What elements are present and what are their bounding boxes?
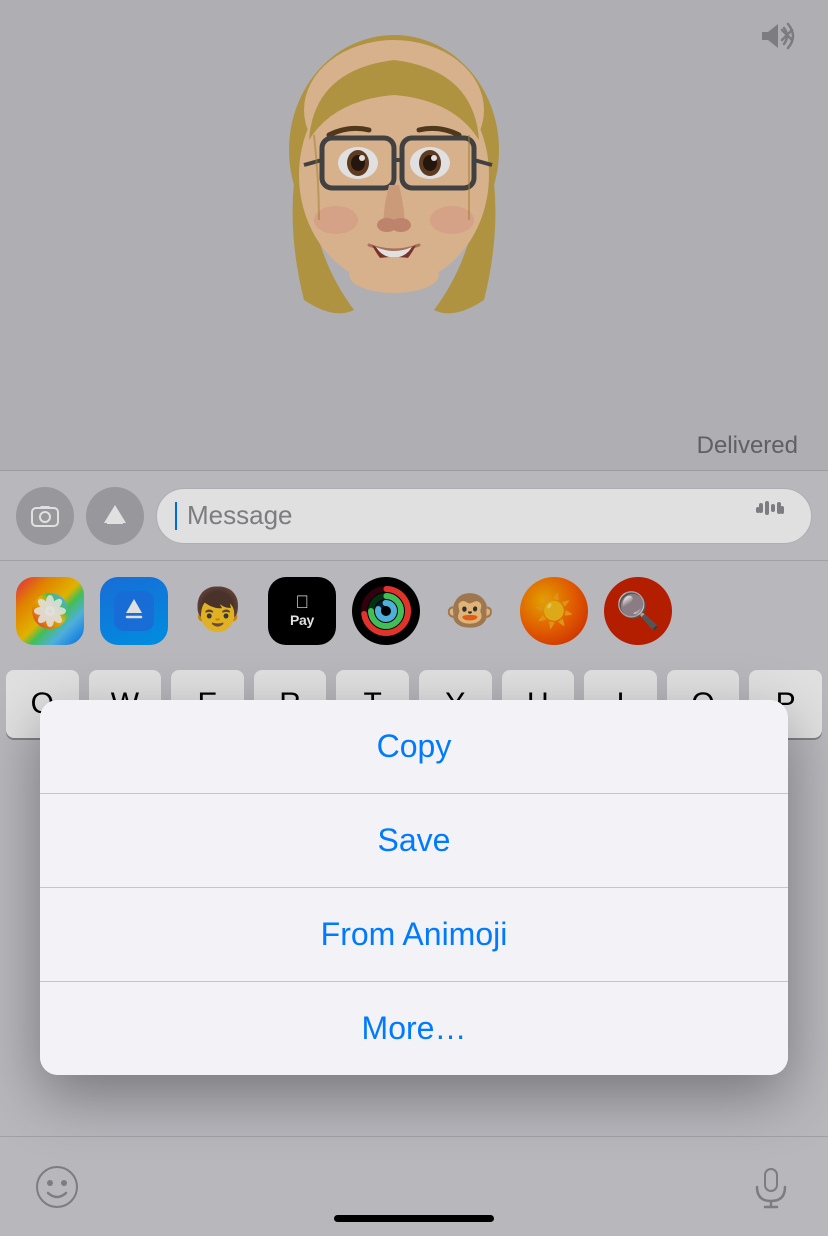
context-menu: Copy Save From Animoji More…	[40, 700, 788, 1075]
from-animoji-button[interactable]: From Animoji	[40, 888, 788, 981]
copy-button[interactable]: Copy	[40, 700, 788, 793]
context-menu-overlay[interactable]: Copy Save From Animoji More…	[0, 0, 828, 1236]
more-button[interactable]: More…	[40, 982, 788, 1075]
save-button[interactable]: Save	[40, 794, 788, 887]
